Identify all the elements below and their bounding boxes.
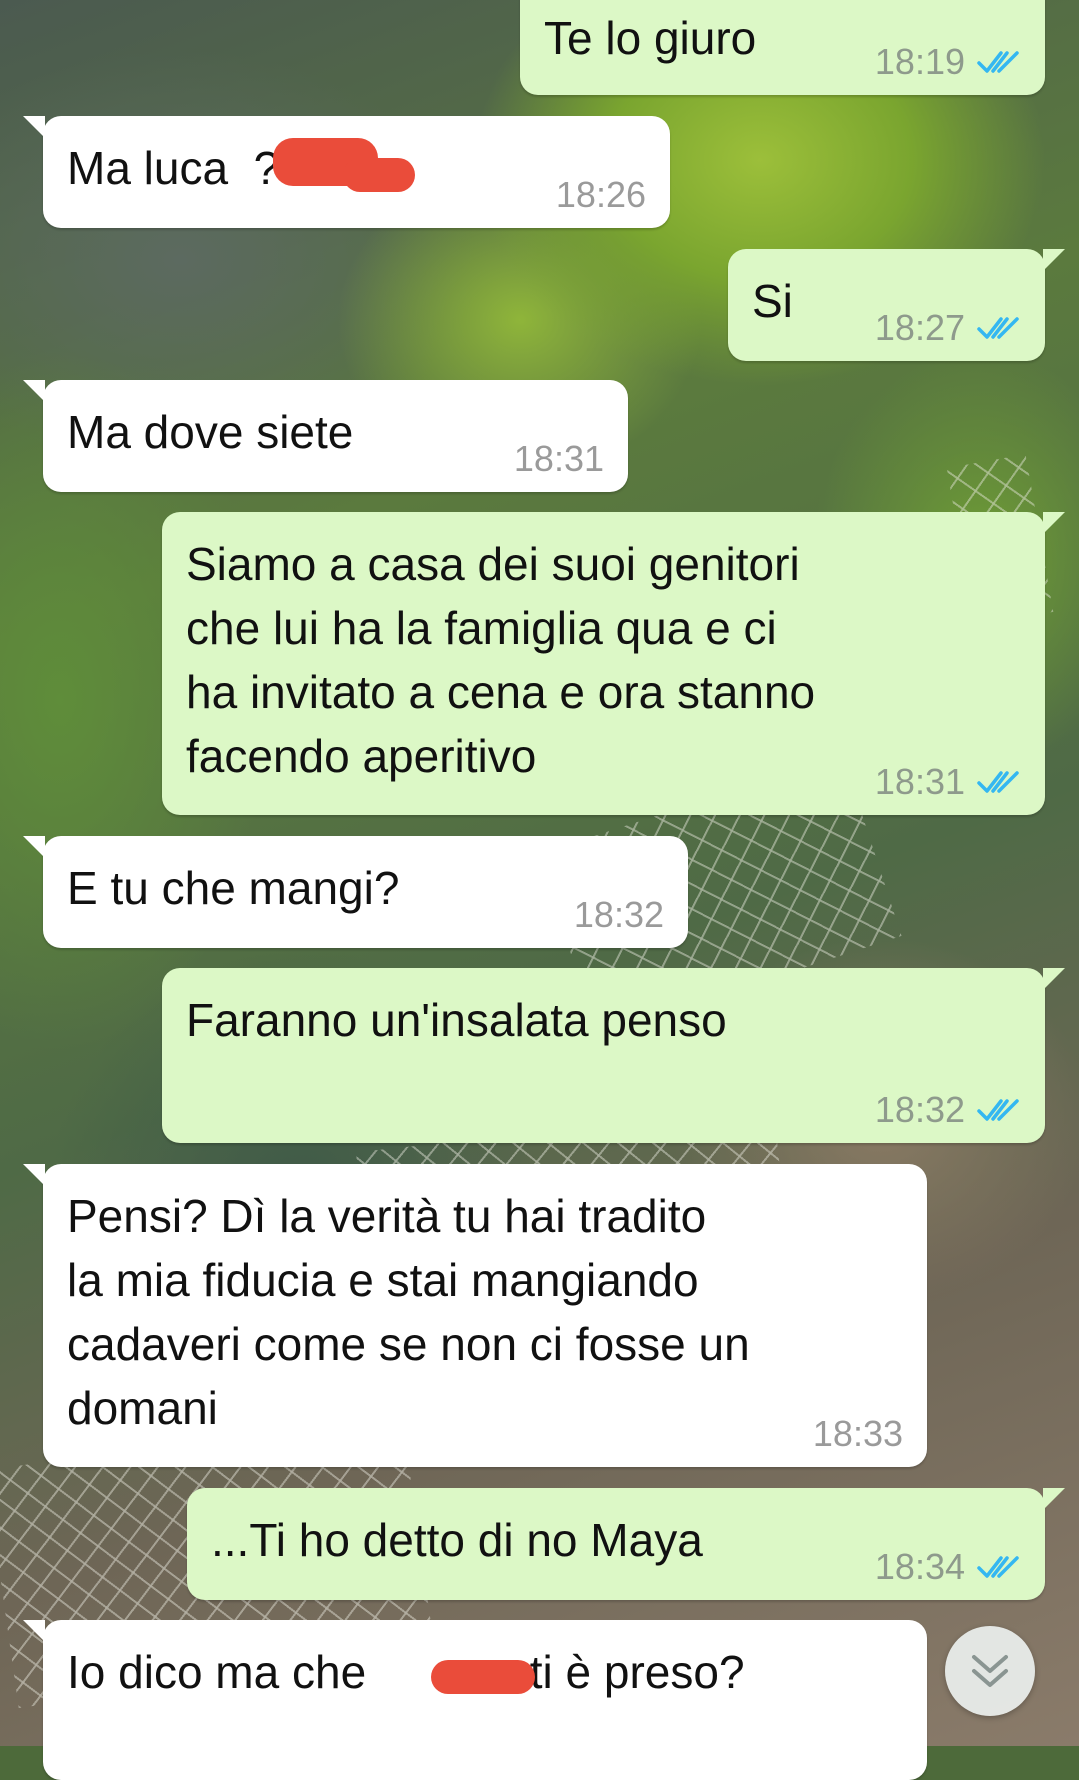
bubble-tail (23, 1164, 45, 1186)
bubble-tail (1043, 512, 1065, 534)
message-time: 18:34 (874, 1546, 965, 1587)
message-time: 18:33 (812, 1413, 903, 1454)
message-meta: 18:19 (875, 41, 1021, 83)
redaction-mark (343, 158, 415, 192)
message-outgoing[interactable]: ...Ti ho detto di no Maya 18:34 (187, 1488, 1065, 1600)
message-time: 18:31 (874, 761, 965, 802)
message-outgoing[interactable]: Te lo giuro 18:19 (520, 0, 1045, 95)
bubble-tail (23, 1620, 45, 1642)
message-meta: 18:27 (875, 307, 1021, 349)
scroll-to-bottom-button[interactable] (945, 1626, 1035, 1716)
message-time: 18:32 (573, 894, 664, 935)
message-incoming[interactable]: Pensi? Dì la verità tu hai tradito la mi… (23, 1164, 927, 1467)
double-check-icon (977, 771, 1019, 793)
message-meta: 18:34 (875, 1546, 1021, 1588)
double-check-icon (977, 1556, 1019, 1578)
chevron-double-down-icon (972, 1655, 1008, 1687)
message-outgoing[interactable]: Faranno un'insalata penso 18:32 (162, 968, 1065, 1143)
message-outgoing[interactable]: Si 18:27 (728, 249, 1065, 361)
message-meta: 18:26 (556, 174, 646, 216)
message-time: 18:31 (513, 438, 604, 479)
message-incoming[interactable]: Io dico ma che zo ti è preso? (23, 1620, 927, 1780)
message-meta: 18:33 (813, 1413, 903, 1455)
message-time: 18:27 (874, 307, 965, 348)
bubble-tail (1043, 1488, 1065, 1510)
double-check-icon (977, 317, 1019, 339)
message-meta: 18:31 (514, 438, 604, 480)
message-meta: 18:32 (875, 1089, 1021, 1131)
message-text: Siamo a casa dei suoi genitori che lui h… (186, 538, 816, 782)
message-meta: 18:31 (875, 761, 1021, 803)
message-text: Pensi? Dì la verità tu hai tradito la mi… (67, 1190, 750, 1434)
bubble-tail (1043, 968, 1065, 990)
message-incoming[interactable]: E tu che mangi? 18:32 (23, 836, 688, 948)
double-check-icon (977, 51, 1019, 73)
bubble-tail (1043, 249, 1065, 271)
redaction-mark (431, 1660, 535, 1694)
double-check-icon (977, 1099, 1019, 1121)
message-time: 18:26 (555, 174, 646, 215)
message-time: 18:19 (874, 41, 965, 82)
bubble-tail (23, 380, 45, 402)
bubble-tail (23, 116, 45, 138)
message-time: 18:32 (874, 1089, 965, 1130)
bubble-tail (23, 836, 45, 858)
message-meta: 18:32 (574, 894, 664, 936)
message-outgoing[interactable]: Siamo a casa dei suoi genitori che lui h… (162, 512, 1065, 815)
message-incoming[interactable]: Ma dove siete 18:31 (23, 380, 628, 492)
message-text: Faranno un'insalata penso (186, 994, 727, 1046)
message-incoming[interactable]: Ma luca ? 18:26 (23, 116, 670, 228)
